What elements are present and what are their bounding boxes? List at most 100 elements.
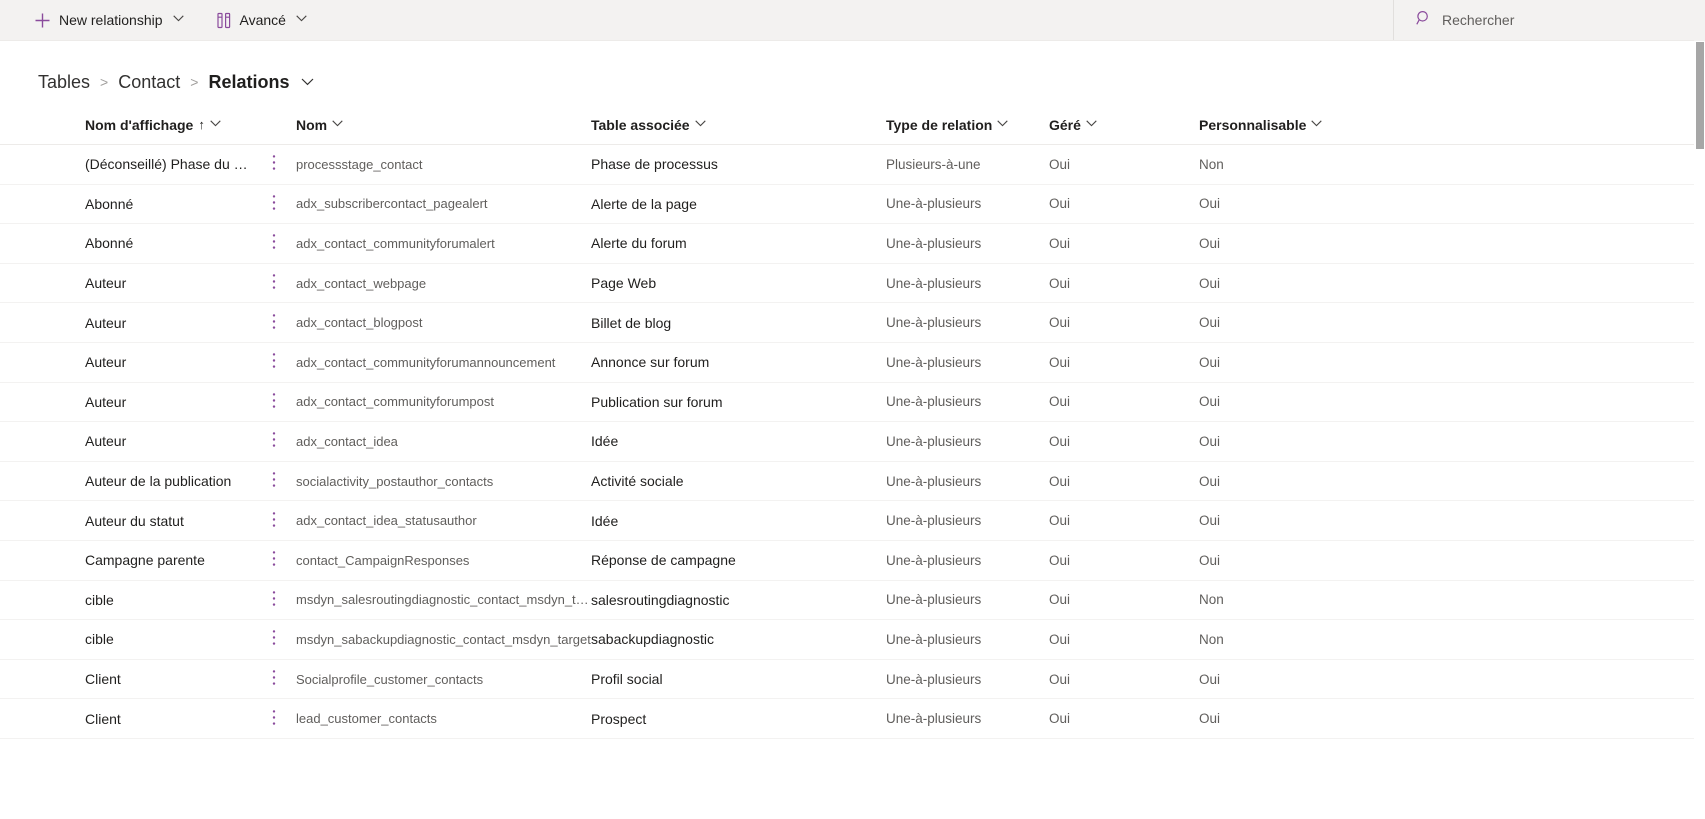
vertical-scrollbar[interactable] [1694, 41, 1705, 819]
row-related-table: sabackupdiagnostic [591, 631, 714, 648]
row-relation-type: Une-à-plusieurs [886, 592, 982, 608]
chevron-down-icon [1311, 119, 1323, 130]
more-vertical-icon[interactable] [266, 350, 282, 374]
more-vertical-icon[interactable] [266, 548, 282, 572]
row-managed: Oui [1049, 275, 1071, 291]
table-row[interactable]: Auteur adx_contact_idea Idée Une-à-plusieur… [0, 422, 1705, 462]
table-row[interactable]: cible msdyn_sabackupdiagnostic_contact_ms… [0, 620, 1705, 660]
column-header-name[interactable]: Nom [296, 117, 591, 133]
more-vertical-icon[interactable] [266, 390, 282, 414]
column-header-display-name[interactable]: Nom d'affichage ↑ [33, 117, 251, 133]
scrollbar-top-strip [1694, 0, 1705, 41]
row-relation-type: Une-à-plusieurs [886, 394, 982, 410]
row-actions-cell [251, 231, 296, 255]
row-relation-type: Une-à-plusieurs [886, 354, 982, 370]
row-related-table: Annonce sur forum [591, 354, 710, 371]
table-row[interactable]: Auteur du statut adx_contact_idea_statusa… [0, 501, 1705, 541]
column-header-customizable[interactable]: Personnalisable [1199, 117, 1379, 133]
column-header-managed-label: Géré [1049, 116, 1081, 133]
table-row[interactable]: cible msdyn_salesroutingdiagnostic_contac… [0, 581, 1705, 621]
more-vertical-icon[interactable] [266, 192, 282, 216]
row-name: contact_CampaignResponses [296, 552, 470, 568]
advanced-label: Avancé [239, 12, 286, 28]
row-display-name: cible [85, 631, 114, 648]
breadcrumb-item-tables[interactable]: Tables [38, 72, 90, 93]
row-display-name: Campagne parente [85, 552, 205, 569]
row-relation-type: Une-à-plusieurs [886, 275, 982, 291]
table-row[interactable]: (Déconseillé) Phase du processus processs… [0, 145, 1705, 185]
search-icon [1416, 10, 1432, 31]
column-header-related-table[interactable]: Table associée [591, 117, 886, 133]
row-managed: Oui [1049, 711, 1071, 727]
row-relation-type: Une-à-plusieurs [886, 433, 982, 449]
row-relation-type: Une-à-plusieurs [886, 513, 982, 529]
more-vertical-icon[interactable] [266, 469, 282, 493]
row-display-name: (Déconseillé) Phase du processus [85, 156, 251, 173]
table-row[interactable]: Abonné adx_contact_communityforumalert Ale… [0, 224, 1705, 264]
table-row[interactable]: Abonné adx_subscribercontact_pagealert Ale… [0, 185, 1705, 225]
row-name: processstage_contact [296, 156, 423, 172]
grid-rows: (Déconseillé) Phase du processus processs… [0, 145, 1705, 739]
search-placeholder: Rechercher [1442, 12, 1515, 28]
more-vertical-icon[interactable] [266, 231, 282, 255]
vertical-scrollbar-thumb[interactable] [1696, 42, 1704, 149]
row-name: adx_contact_communityforumalert [296, 235, 495, 251]
row-actions-cell [251, 707, 296, 731]
row-actions-cell [251, 192, 296, 216]
more-vertical-icon[interactable] [266, 311, 282, 335]
more-vertical-icon[interactable] [266, 588, 282, 612]
tools-icon [216, 12, 232, 29]
more-vertical-icon[interactable] [266, 707, 282, 731]
table-row[interactable]: Auteur adx_contact_communityforumannounce… [0, 343, 1705, 383]
row-actions-cell [251, 588, 296, 612]
more-vertical-icon[interactable] [266, 429, 282, 453]
row-managed: Oui [1049, 473, 1071, 489]
table-row[interactable]: Client Socialprofile_customer_contacts Pro… [0, 660, 1705, 700]
plus-icon [34, 12, 51, 29]
row-managed: Oui [1049, 394, 1071, 410]
table-row[interactable]: Auteur adx_contact_webpage Page Web Une-à-p… [0, 264, 1705, 304]
breadcrumb-item-contact[interactable]: Contact [118, 72, 180, 93]
advanced-button[interactable]: Avancé [206, 0, 317, 40]
row-related-table: Page Web [591, 275, 657, 292]
more-vertical-icon[interactable] [266, 667, 282, 691]
row-actions-cell [251, 311, 296, 335]
search-area: Rechercher [1393, 0, 1705, 40]
row-customizable: Oui [1199, 315, 1221, 331]
breadcrumb-chevron-down-icon[interactable] [301, 75, 314, 89]
column-header-managed[interactable]: Géré [1049, 117, 1199, 133]
search-input[interactable]: Rechercher [1416, 10, 1514, 31]
column-header-related-table-label: Table associée [591, 116, 690, 133]
new-relationship-button[interactable]: New relationship [24, 0, 194, 40]
row-name: adx_contact_communityforumannouncement [296, 354, 556, 370]
column-header-display-name-label: Nom d'affichage [85, 116, 194, 133]
table-row[interactable]: Campagne parente contact_CampaignResponse… [0, 541, 1705, 581]
table-row[interactable]: Auteur adx_contact_blogpost Billet de blog… [0, 303, 1705, 343]
row-actions-cell [251, 429, 296, 453]
row-name: lead_customer_contacts [296, 711, 437, 727]
more-vertical-icon[interactable] [266, 152, 282, 176]
more-vertical-icon[interactable] [266, 627, 282, 651]
row-display-name: Auteur de la publication [85, 473, 232, 490]
row-actions-cell [251, 350, 296, 374]
row-actions-cell [251, 548, 296, 572]
table-row[interactable]: Auteur de la publication socialactivity_p… [0, 462, 1705, 502]
more-vertical-icon[interactable] [266, 271, 282, 295]
row-managed: Oui [1049, 631, 1071, 647]
row-managed: Oui [1049, 513, 1071, 529]
row-actions-cell [251, 509, 296, 533]
column-header-relation-type[interactable]: Type de relation [886, 117, 1049, 133]
row-related-table: Publication sur forum [591, 393, 723, 410]
breadcrumb-separator: > [100, 74, 109, 90]
row-related-table: Activité sociale [591, 473, 684, 490]
row-customizable: Non [1199, 631, 1224, 647]
row-customizable: Oui [1199, 473, 1221, 489]
more-vertical-icon[interactable] [266, 509, 282, 533]
table-row[interactable]: Auteur adx_contact_communityforumpost Publ… [0, 383, 1705, 423]
row-managed: Oui [1049, 354, 1071, 370]
row-relation-type: Une-à-plusieurs [886, 631, 982, 647]
column-header-name-label: Nom [296, 116, 328, 133]
row-related-table: Alerte du forum [591, 235, 687, 252]
row-actions-cell [251, 390, 296, 414]
table-row[interactable]: Client lead_customer_contacts Prospect Une-… [0, 699, 1705, 739]
